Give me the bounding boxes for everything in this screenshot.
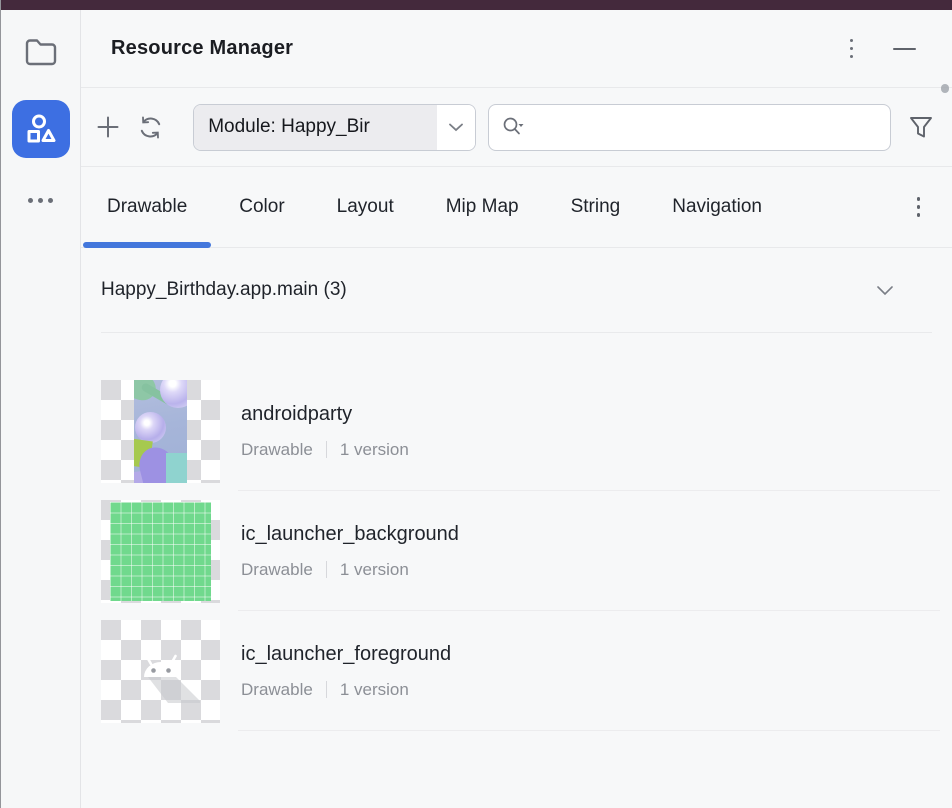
resource-group-header[interactable]: Happy_Birthday.app.main (3) (81, 248, 952, 332)
hide-panel-button[interactable] (891, 40, 918, 58)
resource-manager-tool-button[interactable] (12, 100, 70, 158)
android-robot-icon (101, 620, 220, 723)
thumbnail-androidparty (101, 380, 220, 483)
green-grid-preview (110, 502, 211, 601)
tab-color[interactable]: Color (213, 167, 310, 247)
list-item-ic-launcher-foreground[interactable]: ic_launcher_foreground Drawable 1 versio… (81, 611, 952, 731)
divider (326, 561, 327, 578)
kebab-menu-icon (911, 191, 927, 223)
tab-layout[interactable]: Layout (311, 167, 420, 247)
divider (326, 681, 327, 698)
chevron-down-icon (876, 285, 894, 296)
resource-name: ic_launcher_background (241, 523, 459, 546)
resource-manager-icon (24, 112, 58, 146)
artwork-preview (134, 380, 187, 483)
plus-icon (95, 114, 121, 140)
search-icon (501, 116, 525, 138)
list-item-androidparty[interactable]: androidparty Drawable 1 version (81, 371, 952, 491)
resource-versions: 1 version (340, 680, 409, 700)
resource-type: Drawable (241, 560, 313, 580)
module-selector-value: Module: Happy_Bir (194, 105, 437, 150)
folder-icon (24, 37, 58, 67)
minimize-icon (893, 48, 916, 50)
resource-versions: 1 version (340, 440, 409, 460)
filter-icon (907, 113, 935, 141)
tabs-overflow-button[interactable] (911, 191, 927, 223)
toolbar: Module: Happy_Bir (81, 88, 952, 167)
scrollbar-thumb[interactable] (941, 84, 949, 93)
search-box[interactable] (488, 104, 891, 151)
more-horizontal-icon (28, 198, 53, 203)
refresh-icon (137, 114, 164, 141)
resource-name: ic_launcher_foreground (241, 643, 451, 666)
project-folder-button[interactable] (19, 30, 63, 74)
resource-group-title: Happy_Birthday.app.main (3) (101, 279, 347, 301)
refresh-button[interactable] (136, 112, 166, 142)
resource-type: Drawable (241, 680, 313, 700)
panel-header: Resource Manager (81, 10, 952, 88)
tab-drawable[interactable]: Drawable (81, 167, 213, 247)
tab-string[interactable]: String (545, 167, 647, 247)
kebab-menu-icon (850, 39, 854, 59)
resource-list-area: Happy_Birthday.app.main (3) (81, 248, 952, 808)
tool-sidebar (1, 10, 81, 808)
chevron-down-icon (437, 105, 475, 150)
resource-name: androidparty (241, 403, 409, 426)
resource-manager-panel: Resource Manager (1, 10, 952, 808)
more-tools-button[interactable] (28, 190, 53, 210)
tab-mip-map[interactable]: Mip Map (420, 167, 545, 247)
divider (326, 441, 327, 458)
panel-title: Resource Manager (111, 37, 293, 60)
resource-type: Drawable (241, 440, 313, 460)
window-titlebar (1, 0, 952, 10)
module-selector[interactable]: Module: Happy_Bir (193, 104, 476, 151)
list-item-ic-launcher-background[interactable]: ic_launcher_background Drawable 1 versio… (81, 491, 952, 611)
resource-list: androidparty Drawable 1 version ic (81, 333, 952, 731)
filter-button[interactable] (904, 110, 938, 144)
resource-type-tabs: Drawable Color Layout Mip Map String Nav… (81, 167, 952, 248)
thumbnail-ic-launcher-background (101, 500, 220, 603)
resource-versions: 1 version (340, 560, 409, 580)
search-input[interactable] (534, 117, 878, 138)
tab-navigation[interactable]: Navigation (646, 167, 788, 247)
panel-options-button[interactable] (844, 33, 860, 65)
add-resource-button[interactable] (93, 112, 123, 142)
thumbnail-ic-launcher-foreground (101, 620, 220, 723)
